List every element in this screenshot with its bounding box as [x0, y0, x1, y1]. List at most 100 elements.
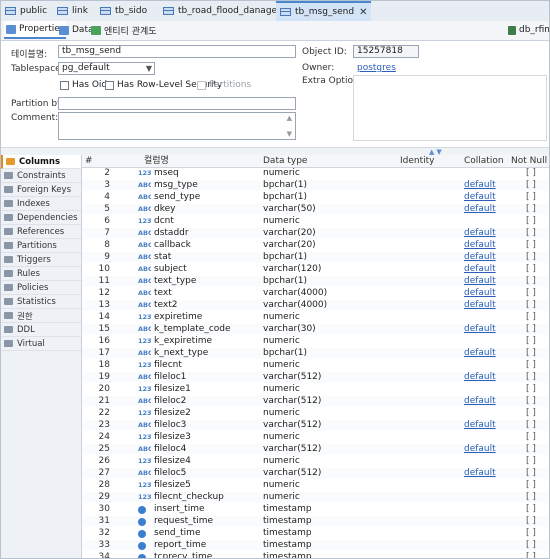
- table-row[interactable]: 3 ABCmsg_typebpchar(1) default [ ]: [82, 180, 549, 191]
- not-null-checkbox[interactable]: [ ]: [526, 552, 546, 558]
- data-type-cell[interactable]: numeric: [263, 312, 393, 323]
- not-null-checkbox[interactable]: [ ]: [526, 324, 546, 335]
- not-null-checkbox[interactable]: [ ]: [526, 456, 546, 467]
- data-type-cell[interactable]: numeric: [263, 480, 393, 491]
- not-null-checkbox[interactable]: [ ]: [526, 168, 546, 179]
- not-null-checkbox[interactable]: [ ]: [526, 492, 546, 503]
- not-null-checkbox[interactable]: [ ]: [526, 288, 546, 299]
- column-name-cell[interactable]: fileloc1: [154, 372, 262, 383]
- owner-link[interactable]: postgres: [357, 63, 396, 73]
- not-null-checkbox[interactable]: [ ]: [526, 228, 546, 239]
- column-name-cell[interactable]: filecnt: [154, 360, 262, 371]
- table-row[interactable]: 21 ABCfileloc2varchar(512) default [ ]: [82, 396, 549, 407]
- column-name-cell[interactable]: text2: [154, 300, 262, 311]
- not-null-checkbox[interactable]: [ ]: [526, 540, 546, 551]
- header-identity[interactable]: Identity: [400, 155, 435, 167]
- data-type-cell[interactable]: numeric: [263, 384, 393, 395]
- table-row[interactable]: 7 ABCdstaddrvarchar(20) default [ ]: [82, 228, 549, 239]
- table-row[interactable]: 27 ABCfileloc5varchar(512) default [ ]: [82, 468, 549, 479]
- collation-cell[interactable]: default: [464, 420, 504, 431]
- table-row[interactable]: 26 123 filesize4 numeric [ ]: [82, 456, 549, 467]
- data-type-cell[interactable]: numeric: [263, 408, 393, 419]
- data-type-cell[interactable]: numeric: [263, 216, 393, 227]
- data-type-cell[interactable]: numeric: [263, 168, 393, 179]
- not-null-checkbox[interactable]: [ ]: [526, 420, 546, 431]
- table-row[interactable]: 18 123 filecnt numeric [ ]: [82, 360, 549, 371]
- not-null-checkbox[interactable]: [ ]: [526, 468, 546, 479]
- collation-cell[interactable]: default: [464, 444, 504, 455]
- table-row[interactable]: 25 ABCfileloc4varchar(512) default [ ]: [82, 444, 549, 455]
- column-name-cell[interactable]: insert_time: [154, 504, 262, 515]
- tab-er-diagram[interactable]: 엔티티 관계도: [91, 21, 157, 39]
- not-null-checkbox[interactable]: [ ]: [526, 384, 546, 395]
- table-row[interactable]: 4 ABCsend_typebpchar(1) default [ ]: [82, 192, 549, 203]
- column-name-cell[interactable]: text_type: [154, 276, 262, 287]
- sidebar-item-partitions[interactable]: Partitions: [1, 239, 81, 253]
- collation-cell[interactable]: default: [464, 300, 504, 311]
- table-row[interactable]: 9 ABCstatbpchar(1) default [ ]: [82, 252, 549, 263]
- column-name-cell[interactable]: k_template_code: [154, 324, 262, 335]
- column-name-cell[interactable]: filesize4: [154, 456, 262, 467]
- collation-cell[interactable]: default: [464, 288, 504, 299]
- tab-data[interactable]: Data: [59, 21, 94, 39]
- collation-cell[interactable]: default: [464, 396, 504, 407]
- data-type-cell[interactable]: bpchar(1): [263, 252, 393, 263]
- table-row[interactable]: 32 send_time timestamp [ ]: [82, 528, 549, 539]
- column-name-cell[interactable]: expiretime: [154, 312, 262, 323]
- column-name-cell[interactable]: dcnt: [154, 216, 262, 227]
- collation-cell[interactable]: default: [464, 192, 504, 203]
- column-name-cell[interactable]: tcprecv_time: [154, 552, 262, 558]
- column-name-cell[interactable]: filesize1: [154, 384, 262, 395]
- column-name-cell[interactable]: filecnt_checkup: [154, 492, 262, 503]
- data-type-cell[interactable]: varchar(512): [263, 372, 393, 383]
- collation-cell[interactable]: default: [464, 468, 504, 479]
- not-null-checkbox[interactable]: [ ]: [526, 276, 546, 287]
- not-null-checkbox[interactable]: [ ]: [526, 408, 546, 419]
- sidebar-item-ddl[interactable]: DDL: [1, 323, 81, 337]
- sidebar-item-permissions[interactable]: 권한: [1, 309, 81, 323]
- table-name-input[interactable]: tb_msg_send: [58, 45, 296, 58]
- tab-properties[interactable]: Properties: [4, 21, 67, 39]
- not-null-checkbox[interactable]: [ ]: [526, 516, 546, 527]
- not-null-checkbox[interactable]: [ ]: [526, 216, 546, 227]
- header-collation[interactable]: Collation: [464, 155, 504, 167]
- data-type-cell[interactable]: numeric: [263, 432, 393, 443]
- table-row[interactable]: 6 123 dcnt numeric [ ]: [82, 216, 549, 227]
- column-name-cell[interactable]: fileloc3: [154, 420, 262, 431]
- not-null-checkbox[interactable]: [ ]: [526, 336, 546, 347]
- sidebar-item-dependencies[interactable]: Dependencies: [1, 211, 81, 225]
- collation-cell[interactable]: default: [464, 324, 504, 335]
- column-name-cell[interactable]: k_expiretime: [154, 336, 262, 347]
- table-row[interactable]: 31 request_time timestamp [ ]: [82, 516, 549, 527]
- sidebar-item-constraints[interactable]: Constraints: [1, 169, 81, 183]
- table-row[interactable]: 19 ABCfileloc1varchar(512) default [ ]: [82, 372, 549, 383]
- data-type-cell[interactable]: varchar(512): [263, 444, 393, 455]
- sidebar-item-rules[interactable]: Rules: [1, 267, 81, 281]
- table-row[interactable]: 11 ABCtext_typebpchar(1) default [ ]: [82, 276, 549, 287]
- not-null-checkbox[interactable]: [ ]: [526, 480, 546, 491]
- collation-cell[interactable]: default: [464, 276, 504, 287]
- collation-cell[interactable]: default: [464, 372, 504, 383]
- not-null-checkbox[interactable]: [ ]: [526, 504, 546, 515]
- data-type-cell[interactable]: timestamp: [263, 552, 393, 558]
- not-null-checkbox[interactable]: [ ]: [526, 300, 546, 311]
- table-row[interactable]: 29 123 filecnt_checkup numeric [ ]: [82, 492, 549, 503]
- tab-tb-sido[interactable]: tb_sido: [100, 1, 147, 20]
- collation-cell[interactable]: default: [464, 252, 504, 263]
- data-type-cell[interactable]: numeric: [263, 360, 393, 371]
- column-name-cell[interactable]: mseq: [154, 168, 262, 179]
- sidebar-item-virtual[interactable]: Virtual: [1, 337, 81, 351]
- header-column-name[interactable]: 컬럼명: [144, 155, 169, 167]
- scroll-down-icon[interactable]: ▼: [287, 130, 292, 138]
- column-name-cell[interactable]: send_time: [154, 528, 262, 539]
- not-null-checkbox[interactable]: [ ]: [526, 396, 546, 407]
- column-name-cell[interactable]: k_next_type: [154, 348, 262, 359]
- column-name-cell[interactable]: fileloc2: [154, 396, 262, 407]
- tablespace-select[interactable]: pg_default ▼: [58, 62, 155, 75]
- collation-cell[interactable]: default: [464, 348, 504, 359]
- collation-cell[interactable]: default: [464, 264, 504, 275]
- partition-by-input[interactable]: [58, 97, 296, 110]
- close-icon[interactable]: ✕: [359, 7, 367, 18]
- table-row[interactable]: 33 report_time timestamp [ ]: [82, 540, 549, 551]
- table-row[interactable]: 28 123 filesize5 numeric [ ]: [82, 480, 549, 491]
